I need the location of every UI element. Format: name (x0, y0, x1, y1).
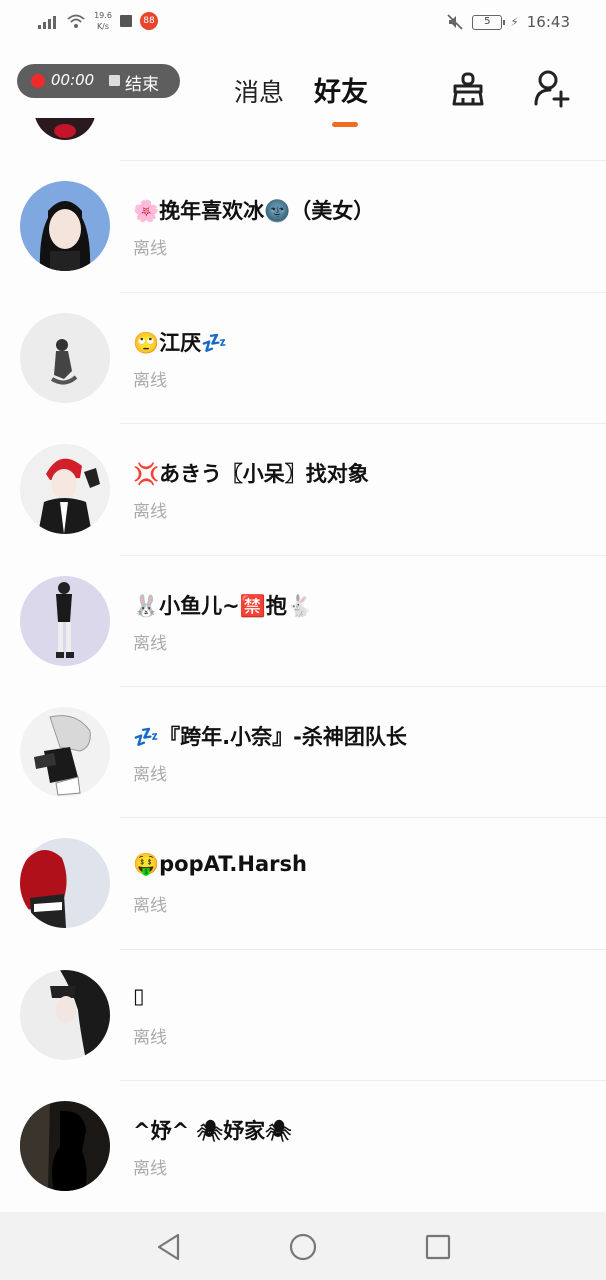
screen-recorder-pill[interactable]: 00:00 结束 (17, 64, 180, 98)
active-tab-indicator (332, 122, 358, 127)
recent-apps-icon[interactable] (423, 1232, 453, 1262)
friend-name: ▯ (133, 984, 145, 1008)
friend-status: 离线 (133, 634, 167, 654)
add-user-icon[interactable] (532, 68, 572, 108)
record-timer: 00:00 (51, 71, 95, 89)
friend-status: 离线 (133, 765, 167, 785)
avatar (20, 838, 110, 928)
avatar (20, 444, 110, 534)
system-navigation-bar (0, 1212, 606, 1280)
wifi-icon (67, 14, 85, 28)
list-item[interactable]: ▯ 离线 (0, 950, 606, 1081)
avatar (34, 118, 96, 142)
friend-status: 离线 (133, 896, 167, 916)
notification-square-icon (120, 15, 132, 27)
tab-friends[interactable]: 好友 (314, 70, 368, 109)
list-item[interactable]: ^妤^ 🕷妤家🕷 离线 (0, 1081, 606, 1212)
avatar (20, 1101, 110, 1191)
signal-icon (38, 13, 58, 29)
friend-status: 离线 (133, 1159, 167, 1179)
friend-name: 🙄江厌💤 (133, 331, 228, 355)
friend-name: 🐰小鱼儿~🈲抱🐇 (133, 594, 314, 618)
friend-name: 🌸挽年喜欢冰🌚（美女） (133, 199, 375, 223)
clock: 16:43 (526, 13, 570, 31)
list-item[interactable]: 💢あきう〖小呆〗找对象 离线 (0, 424, 606, 555)
list-item[interactable]: 🐰小鱼儿~🈲抱🐇 离线 (0, 556, 606, 687)
tab-bar: 消息 好友 (234, 70, 368, 109)
charging-icon: ⚡ (510, 15, 519, 29)
tab-messages[interactable]: 消息 (234, 73, 284, 109)
friend-status: 离线 (133, 502, 167, 522)
friend-name: ^妤^ 🕷妤家🕷 (133, 1119, 292, 1143)
avatar (20, 313, 110, 403)
avatar (20, 576, 110, 666)
home-icon[interactable] (288, 1232, 318, 1262)
friend-name: 💤『跨年.小奈』-杀神团队长 (133, 725, 407, 749)
mute-icon (447, 14, 463, 30)
app-notification-icon: 88 (140, 12, 158, 30)
battery-icon: 5 (472, 14, 506, 30)
friend-status: 离线 (133, 239, 167, 259)
avatar (20, 970, 110, 1060)
friend-name: 🤑popAT.Harsh (133, 852, 307, 876)
list-item[interactable]: 🙄江厌💤 离线 (0, 293, 606, 424)
friend-name: 💢あきう〖小呆〗找对象 (133, 462, 369, 486)
status-bar: 19.6 K/s 88 5 ⚡ 16:43 (0, 0, 606, 48)
record-dot-icon (31, 74, 45, 88)
back-icon[interactable] (154, 1232, 184, 1262)
friend-status: 离线 (133, 371, 167, 391)
list-item[interactable]: 🌸挽年喜欢冰🌚（美女） 离线 (0, 161, 606, 292)
end-record-button[interactable]: 结束 (125, 70, 159, 95)
avatar (20, 181, 110, 271)
list-item[interactable]: 🤑popAT.Harsh 离线 (0, 818, 606, 949)
avatar (20, 707, 110, 797)
list-item[interactable]: 💤『跨年.小奈』-杀神团队长 离线 (0, 687, 606, 818)
broom-icon[interactable] (448, 68, 488, 108)
stop-icon (109, 75, 120, 86)
friend-status: 离线 (133, 1028, 167, 1048)
network-speed: 19.6 K/s (94, 11, 112, 31)
